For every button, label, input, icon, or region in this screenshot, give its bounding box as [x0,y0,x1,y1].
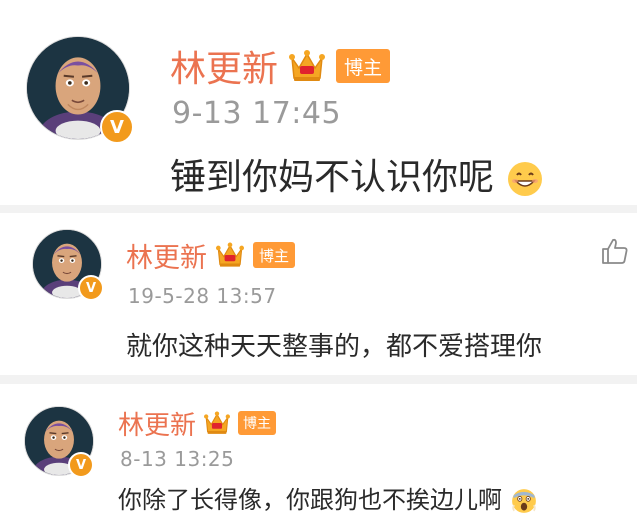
verified-badge-icon: V [78,275,104,301]
crown-icon [215,241,245,269]
comment-text-row: 你除了长得像，你跟狗也不挨边儿啊 [118,480,538,515]
verified-badge-icon: V [100,110,134,144]
comment-card: V 林更新 博主 8-13 13:25 你除了长得像，你跟狗也不挨边儿啊 [0,384,637,515]
comment-header: 林更新 博主 [126,235,296,275]
comment-text: 你除了长得像，你跟狗也不挨边儿啊 [118,486,502,514]
comment-text-row: 就你这种天天整事的，都不爱搭理你 [126,326,542,363]
crown-icon [288,48,326,84]
avatar-container[interactable]: V [26,36,134,144]
thumbs-up-icon[interactable] [599,235,631,267]
blogger-tag: 博主 [238,411,277,435]
comment-card: V 林更新 博主 19-5-28 13:57 就你这种天天整事的，都不爱搭理你 [0,213,637,375]
grinning-face-emoji [505,159,545,199]
username[interactable]: 林更新 [126,236,207,275]
verified-badge-icon: V [68,452,94,478]
comment-timestamp: 9-13 17:45 [172,96,342,131]
comment-header: 林更新 博主 [170,40,391,92]
crown-icon [203,410,231,436]
comment-timestamp: 8-13 13:25 [120,447,235,471]
avatar-container[interactable]: V [24,406,94,478]
username[interactable]: 林更新 [170,40,278,92]
avatar-container[interactable]: V [32,229,104,301]
username[interactable]: 林更新 [118,405,196,442]
comment-header: 林更新 博主 [118,404,277,442]
comment-text: 锤到你妈不认识你呢 [170,157,495,198]
comment-text: 就你这种天天整事的，都不爱搭理你 [126,332,543,362]
blogger-tag: 博主 [336,49,391,83]
screaming-face-emoji [510,487,538,515]
comment-card: V 林更新 博主 9-13 17:45 锤到你妈不认识你呢 [0,0,637,205]
blogger-tag: 博主 [253,242,296,268]
comment-text-row: 锤到你妈不认识你呢 [170,148,545,200]
comment-timestamp: 19-5-28 13:57 [128,284,277,308]
